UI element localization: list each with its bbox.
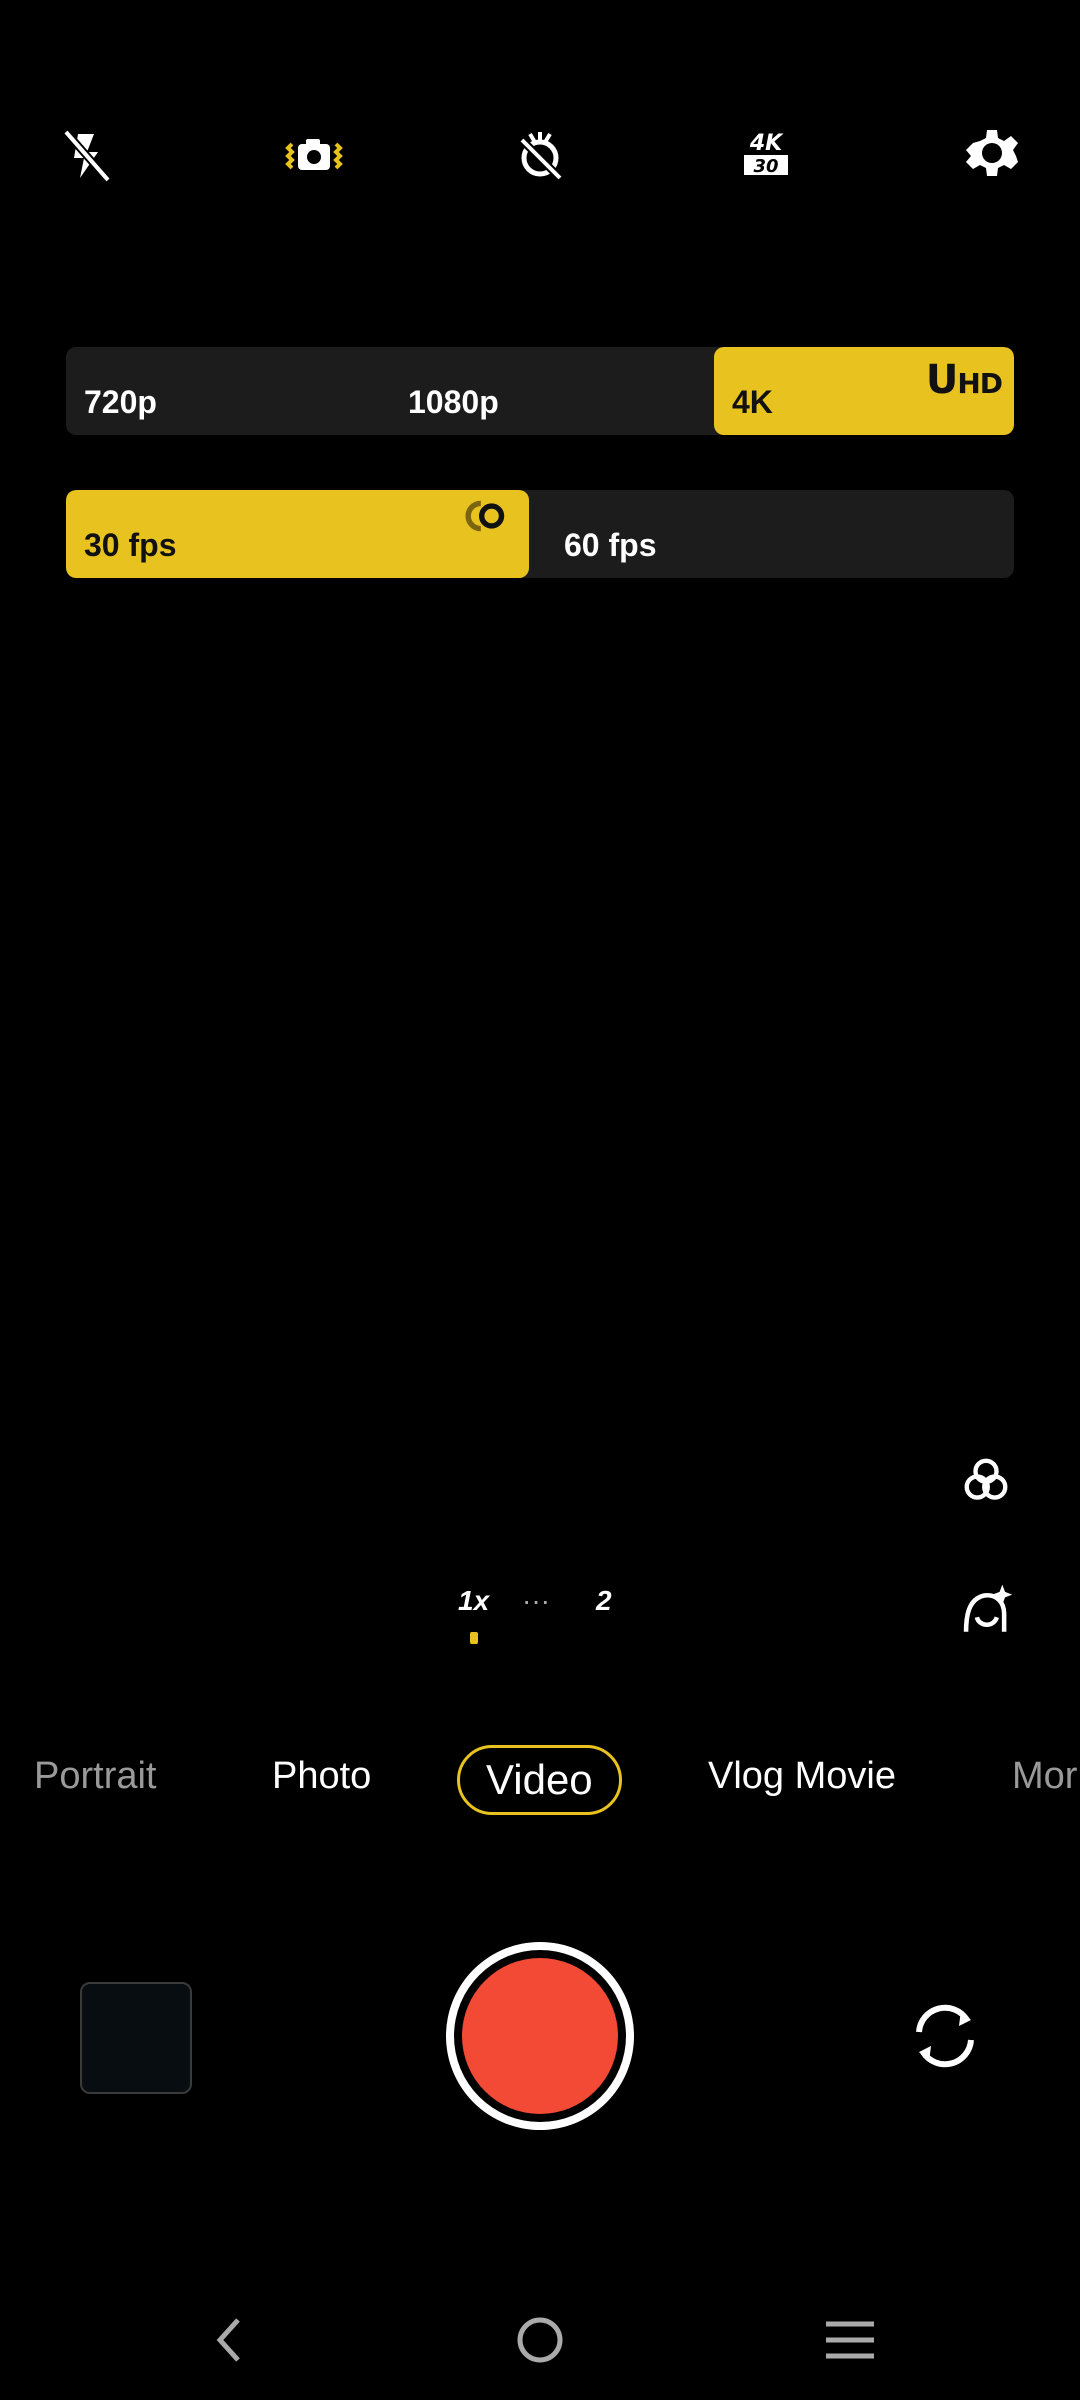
- filter-off-button[interactable]: [504, 120, 576, 192]
- back-icon: [216, 2318, 240, 2362]
- settings-icon: [966, 130, 1018, 176]
- dual-circle-icon: [465, 500, 505, 532]
- mode-photo[interactable]: Photo: [272, 1755, 371, 1798]
- resolution-fps-button[interactable]: 4K 30: [730, 120, 802, 192]
- res-badge-top: 4K: [749, 131, 784, 156]
- zoom-level-2x[interactable]: 2: [596, 1585, 612, 1617]
- nav-home-button[interactable]: [510, 2310, 570, 2370]
- framerate-option-30[interactable]: 30 fps: [66, 490, 529, 578]
- gallery-thumbnail[interactable]: [80, 1982, 192, 2094]
- record-dot: [462, 1958, 618, 2114]
- mode-more[interactable]: Mor: [1012, 1755, 1077, 1798]
- resolution-option-720p[interactable]: 720p: [66, 347, 376, 435]
- resolution-label-720p: 720p: [84, 384, 157, 420]
- resolution-label-4k: 4K: [732, 384, 773, 420]
- record-button[interactable]: [446, 1942, 634, 2130]
- flash-off-icon: [62, 129, 112, 183]
- beauty-face-icon: [963, 1584, 1013, 1632]
- zoom-dots: ···: [522, 1585, 550, 1616]
- stabilization-icon: [285, 139, 343, 170]
- res-badge-bottom: 30: [753, 156, 778, 177]
- resolution-label-1080p: 1080p: [408, 384, 499, 420]
- home-icon: [517, 2317, 563, 2363]
- nav-back-button[interactable]: [200, 2310, 260, 2370]
- framerate-option-60[interactable]: 60 fps: [546, 490, 1014, 578]
- filter-off-icon: [519, 132, 563, 181]
- color-filter-button[interactable]: [954, 1448, 1018, 1512]
- flash-off-button[interactable]: [50, 120, 122, 192]
- framerate-label-30: 30 fps: [84, 527, 177, 563]
- flip-camera-button[interactable]: [905, 1996, 985, 2076]
- uhd-badge: UHD: [925, 357, 1003, 403]
- resolution-option-4k[interactable]: 4K UHD: [714, 347, 1014, 435]
- settings-button[interactable]: [956, 120, 1028, 192]
- framerate-selector: 30 fps 60 fps: [66, 490, 1014, 578]
- record-ring: [454, 1950, 626, 2122]
- mode-portrait[interactable]: Portrait: [34, 1755, 156, 1798]
- resolution-option-1080p[interactable]: 1080p: [390, 347, 700, 435]
- zoom-level-1x[interactable]: 1x: [458, 1585, 489, 1617]
- framerate-label-60: 60 fps: [564, 527, 657, 563]
- beauty-button[interactable]: [954, 1578, 1018, 1642]
- nav-menu-button[interactable]: [820, 2310, 880, 2370]
- stabilization-button[interactable]: [278, 120, 350, 192]
- mode-vlog-movie[interactable]: Vlog Movie: [708, 1755, 896, 1798]
- zoom-indicator: [470, 1632, 478, 1644]
- color-filter-icon: [964, 1458, 1008, 1500]
- mode-video[interactable]: Video: [457, 1745, 622, 1815]
- menu-icon: [826, 2321, 874, 2359]
- resolution-selector: 720p 1080p 4K UHD: [66, 347, 1014, 435]
- resolution-fps-icon: 4K 30: [744, 131, 788, 177]
- flip-camera-icon: [916, 2004, 974, 2068]
